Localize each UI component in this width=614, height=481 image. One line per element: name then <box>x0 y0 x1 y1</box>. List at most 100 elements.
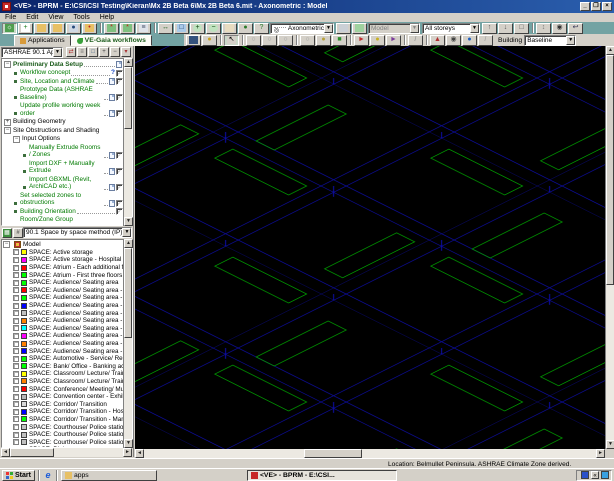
detach-icon[interactable]: ● <box>316 34 331 46</box>
space-checkbox[interactable] <box>13 287 19 294</box>
select-cursor-icon[interactable]: ↖ <box>224 34 239 46</box>
workflow-expand-icon[interactable]: + <box>99 47 109 57</box>
space-method-combo[interactable]: 90.1 Space by space method (IP) ▼ <box>23 227 133 238</box>
chevron-down-icon[interactable]: ▼ <box>566 35 576 45</box>
space-list-scrollbar[interactable]: ▲ ▼ <box>123 239 133 448</box>
space-row[interactable]: SPACE: Automotive - Service/ Repair <box>2 355 132 363</box>
app-workspace-icon[interactable]: ☼ <box>2 22 17 34</box>
clipboard-icon[interactable]: ≡ <box>136 22 151 34</box>
task-button[interactable]: apps <box>60 469 157 481</box>
viewport-hscrollbar[interactable]: ◄ ► <box>135 449 605 458</box>
scroll-down-icon[interactable]: ▼ <box>124 217 133 226</box>
space-checkbox[interactable] <box>13 340 19 347</box>
workflow-checkbox[interactable]: ✓ <box>116 94 123 101</box>
model-folder-icon[interactable]: • <box>82 22 97 34</box>
scroll-thumb[interactable] <box>606 55 614 285</box>
space-checkbox[interactable] <box>13 348 19 355</box>
workflow-settings-icon[interactable]: ▾ <box>121 47 131 57</box>
workflow-checkbox[interactable]: ✓ <box>116 69 123 77</box>
space-checkbox[interactable] <box>13 378 19 385</box>
sphere-icon[interactable]: ● <box>370 34 385 46</box>
flag-icon[interactable]: ► <box>386 34 401 46</box>
move-selection-icon[interactable]: ○ <box>246 34 261 46</box>
annotate-icon[interactable]: / <box>408 34 423 46</box>
space-row[interactable]: SPACE: Active storage - Hospital <box>2 256 132 264</box>
open-project-icon[interactable] <box>34 22 49 34</box>
axonometric-viewport[interactable] <box>135 46 605 449</box>
space-checkbox[interactable] <box>13 302 19 309</box>
space-list-hscrollbar[interactable]: ◄ ► <box>1 448 132 457</box>
workflow-item[interactable]: Building Orientation ✓ <box>3 207 123 216</box>
scroll-right-icon[interactable]: ► <box>123 448 132 457</box>
render-off-icon[interactable] <box>336 22 351 34</box>
orbit-icon[interactable]: ↔ <box>158 22 173 34</box>
zoom-in-icon[interactable]: + <box>190 22 205 34</box>
workflow-collapse-icon[interactable]: − <box>110 47 120 57</box>
chevron-down-icon[interactable]: ▼ <box>470 23 479 33</box>
draw-icon[interactable]: / <box>478 34 493 46</box>
zoom-extents-icon[interactable]: ● <box>238 22 253 34</box>
tab-ve-gaia-workflows[interactable]: VE-Gaia workflows <box>70 35 152 46</box>
new-model-icon[interactable]: + <box>18 22 33 34</box>
marker-icon[interactable]: ► <box>354 34 369 46</box>
workflow-item[interactable]: Workflow concept? ✓ <box>3 69 123 78</box>
scroll-right-icon[interactable]: ► <box>596 449 605 458</box>
space-row[interactable]: SPACE: Atrium - Each additional floor <box>2 264 132 272</box>
space-row[interactable]: SPACE: Conference/ Meeting/ Multipu <box>2 385 132 393</box>
space-row[interactable]: SPACE: Corridor/ Transition - Hospital <box>2 408 132 416</box>
help-icon[interactable]: ? <box>111 69 115 77</box>
workflow-checkbox[interactable]: ✓ <box>116 151 123 159</box>
report-page-icon[interactable] <box>109 199 115 207</box>
report-page-icon[interactable] <box>109 110 115 117</box>
space-checkbox[interactable] <box>13 294 19 301</box>
tray-update-icon[interactable] <box>601 471 609 479</box>
report-page-icon[interactable] <box>109 183 115 191</box>
space-checkbox[interactable] <box>13 431 19 438</box>
space-checkbox[interactable] <box>13 317 19 324</box>
workflow-checkbox[interactable]: ✓ <box>116 199 123 207</box>
grid-icon[interactable]: ▦ <box>2 227 12 238</box>
scroll-thumb[interactable] <box>124 67 132 129</box>
search-icon[interactable]: ◉ <box>446 34 461 46</box>
workflow-item[interactable]: Site, Location and Climate ✓ <box>3 77 123 86</box>
building-combo[interactable]: Baseline ▼ <box>524 34 577 46</box>
workflow-item[interactable]: − Input Options <box>3 135 123 144</box>
sheet-icon[interactable]: □ <box>514 22 529 34</box>
space-checkbox[interactable] <box>13 272 19 279</box>
report-page-icon[interactable] <box>116 61 122 68</box>
space-row[interactable]: SPACE: Atrium - First three floors <box>2 271 132 279</box>
space-checkbox[interactable] <box>13 401 19 408</box>
space-row[interactable]: SPACE: Classroom/ Lecture/ Training - <box>2 378 132 386</box>
workflow-item[interactable]: Prototype Data (ASHRAE Baseline) ✓ <box>3 86 123 102</box>
scroll-down-icon[interactable]: ▼ <box>606 440 614 449</box>
space-row[interactable]: SPACE: Corridor/ Transition <box>2 400 132 408</box>
workflow-item[interactable]: Import DXF + Manually Extrude ✓ <box>3 159 123 175</box>
rotate-selection-icon[interactable]: ○ <box>262 34 277 46</box>
space-checkbox[interactable] <box>13 408 19 415</box>
collapse-icon[interactable]: − <box>4 127 11 134</box>
chevron-down-icon[interactable]: ▼ <box>53 47 62 57</box>
tray-collapse-button[interactable]: « <box>591 471 599 479</box>
workflow-combo[interactable]: ASHRAE 90.1 App G ... ▼ <box>1 46 63 58</box>
cube-icon[interactable]: ■ <box>332 34 347 46</box>
space-checkbox[interactable] <box>13 325 19 332</box>
space-row[interactable]: SPACE: Audience/ Seating area <box>2 279 132 287</box>
render-on-icon[interactable] <box>352 22 367 34</box>
scroll-left-icon[interactable]: ◄ <box>135 449 144 458</box>
workflow-item[interactable]: Update profile working week order ✓ <box>3 102 123 118</box>
workflow-item[interactable]: Import GBXML (Revit, ArchiCAD etc.) ✓ <box>3 175 123 191</box>
space-checkbox[interactable] <box>13 264 19 271</box>
zoom-out-icon[interactable]: − <box>206 22 221 34</box>
space-row[interactable]: SPACE: Audience/ Seating area - Peni <box>2 317 132 325</box>
workflow-item[interactable]: Room/Zone Group Assignment✓ <box>3 216 123 224</box>
mirror-selection-icon[interactable]: ○ <box>278 34 293 46</box>
workflow-sync-icon[interactable]: ⇄ <box>66 47 76 57</box>
save-icon[interactable] <box>186 34 201 46</box>
tray-display-icon[interactable] <box>581 471 589 479</box>
space-row[interactable]: SPACE: Active storage <box>2 249 132 257</box>
sun-path-icon[interactable]: * <box>104 22 119 34</box>
space-checkbox[interactable] <box>13 256 19 263</box>
attach-icon[interactable]: ○ <box>300 34 315 46</box>
space-checkbox[interactable] <box>13 424 19 431</box>
collapse-icon[interactable]: − <box>4 61 11 68</box>
